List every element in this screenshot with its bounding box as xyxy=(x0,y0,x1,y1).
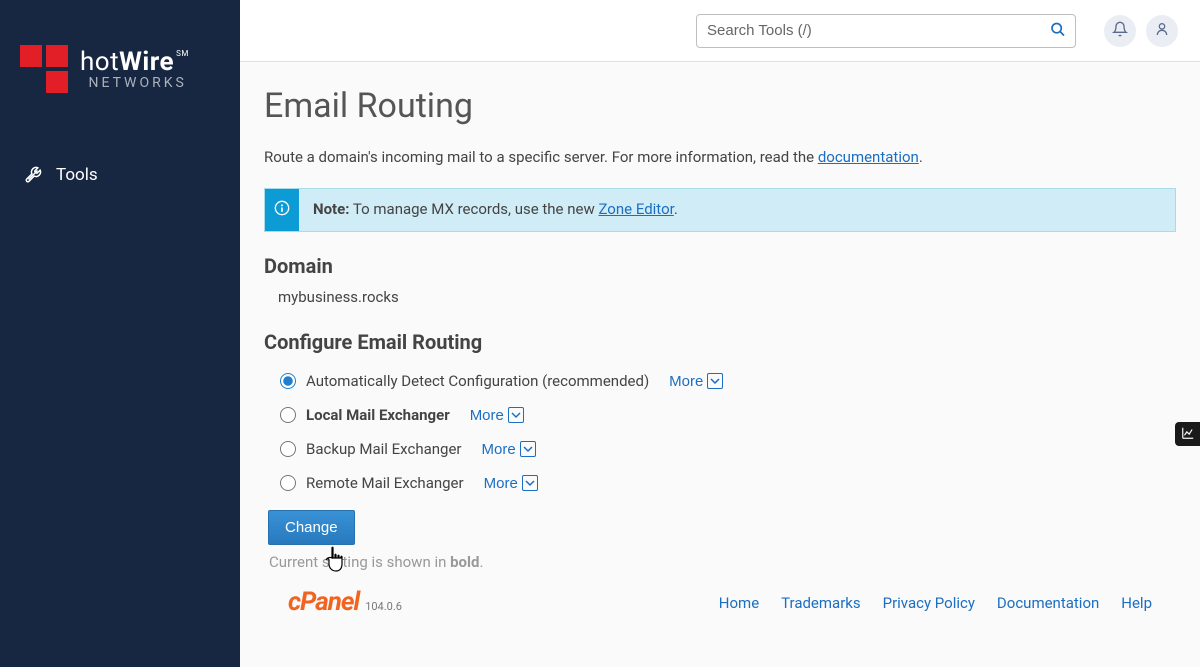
note-label: Note: xyxy=(313,200,349,218)
sidebar-item-tools[interactable]: Tools xyxy=(0,153,240,197)
chevron-down-icon xyxy=(522,475,538,491)
footer-link-documentation[interactable]: Documentation xyxy=(997,594,1099,612)
footer-left: cPanel 104.0.6 xyxy=(288,587,402,617)
more-button-auto[interactable]: More xyxy=(669,373,723,390)
radio-label: Automatically Detect Configuration (reco… xyxy=(306,372,649,390)
footer-link-home[interactable]: Home xyxy=(719,594,759,612)
footer-link-help[interactable]: Help xyxy=(1121,594,1152,612)
routing-option-remote: Remote Mail Exchanger More xyxy=(264,466,1176,500)
footer-link-privacy[interactable]: Privacy Policy xyxy=(883,594,975,612)
current-setting-note: Current setting is shown in bold. xyxy=(269,553,1176,571)
chevron-down-icon xyxy=(508,407,524,423)
chevron-down-icon xyxy=(520,441,536,457)
info-banner-text: Note: To manage MX records, use the new … xyxy=(299,189,692,231)
search-input[interactable] xyxy=(696,14,1076,48)
search-button[interactable] xyxy=(1046,17,1070,44)
search-icon xyxy=(1050,21,1066,40)
radio-label: Backup Mail Exchanger xyxy=(306,440,461,458)
content: Email Routing Route a domain's incoming … xyxy=(240,62,1200,667)
sidebar-item-label: Tools xyxy=(56,165,98,185)
routing-option-local: Local Mail Exchanger More xyxy=(264,398,1176,432)
info-icon-box xyxy=(265,189,299,231)
zone-editor-link[interactable]: Zone Editor xyxy=(598,200,673,218)
radio-label: Local Mail Exchanger xyxy=(306,406,450,424)
logo[interactable]: hotWireSM NETWORKS xyxy=(0,0,240,123)
radio-label: Remote Mail Exchanger xyxy=(306,474,464,492)
radio-backup[interactable] xyxy=(280,441,296,457)
bell-icon xyxy=(1112,21,1128,40)
logo-text: hotWireSM NETWORKS xyxy=(80,47,187,91)
page-description: Route a domain's incoming mail to a spec… xyxy=(264,148,1176,166)
documentation-link[interactable]: documentation xyxy=(818,148,919,166)
more-button-local[interactable]: More xyxy=(470,407,524,424)
cpanel-logo[interactable]: cPanel xyxy=(288,587,359,617)
main: Email Routing Route a domain's incoming … xyxy=(240,0,1200,667)
radio-local[interactable] xyxy=(280,407,296,423)
tools-icon xyxy=(24,166,42,184)
sidebar-nav: Tools xyxy=(0,123,240,227)
cpanel-version: 104.0.6 xyxy=(365,600,402,613)
user-button[interactable] xyxy=(1146,15,1178,47)
footer-link-trademarks[interactable]: Trademarks xyxy=(781,594,861,612)
chart-icon xyxy=(1181,425,1195,444)
topbar xyxy=(240,0,1200,62)
more-button-backup[interactable]: More xyxy=(481,441,535,458)
page-title: Email Routing xyxy=(264,86,1176,126)
search-wrap xyxy=(696,14,1076,48)
sidebar: hotWireSM NETWORKS Tools xyxy=(0,0,240,667)
user-icon xyxy=(1154,21,1170,40)
domain-value: mybusiness.rocks xyxy=(264,288,1176,306)
footer-links: Home Trademarks Privacy Policy Documenta… xyxy=(701,593,1152,612)
info-banner: Note: To manage MX records, use the new … xyxy=(264,188,1176,232)
more-button-remote[interactable]: More xyxy=(484,475,538,492)
stats-tab[interactable] xyxy=(1175,422,1200,446)
footer: cPanel 104.0.6 Home Trademarks Privacy P… xyxy=(264,571,1176,633)
chevron-down-icon xyxy=(707,373,723,389)
routing-option-auto: Automatically Detect Configuration (reco… xyxy=(264,364,1176,398)
radio-auto[interactable] xyxy=(280,373,296,389)
logo-icon xyxy=(20,45,68,93)
notifications-button[interactable] xyxy=(1104,15,1136,47)
radio-remote[interactable] xyxy=(280,475,296,491)
info-icon xyxy=(274,200,290,220)
routing-heading: Configure Email Routing xyxy=(264,330,1176,354)
change-button[interactable]: Change xyxy=(268,510,355,545)
domain-heading: Domain xyxy=(264,254,1176,278)
routing-option-backup: Backup Mail Exchanger More xyxy=(264,432,1176,466)
